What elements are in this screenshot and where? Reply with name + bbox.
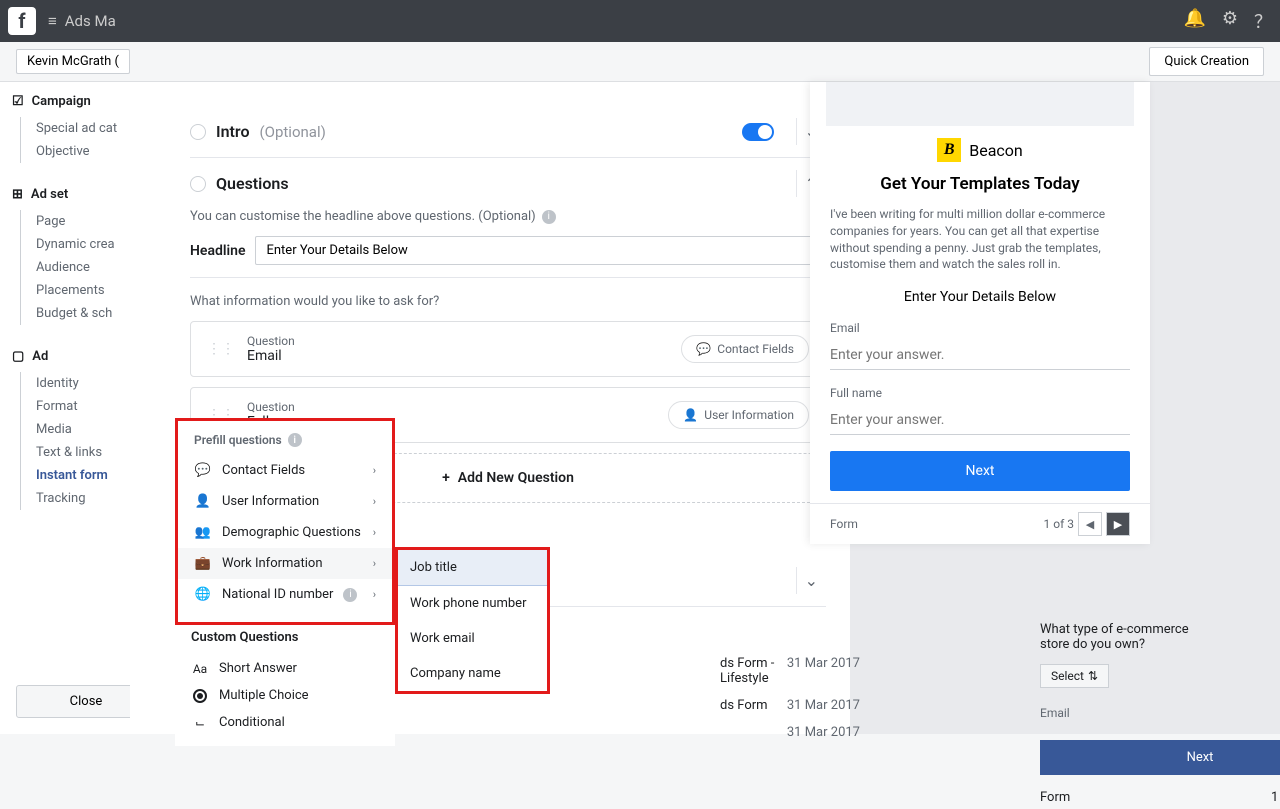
preview-description: I've been writing for multi million doll…	[810, 206, 1150, 289]
preview-heading: Get Your Templates Today	[810, 174, 1150, 206]
submenu-work-email[interactable]: Work email	[398, 621, 547, 656]
email-label: Email	[830, 321, 1130, 335]
info-icon[interactable]: i	[542, 210, 556, 224]
globe-icon: 🌐	[194, 587, 212, 602]
bg-next-button[interactable]: Next	[1040, 740, 1280, 775]
briefcase-icon: 💼	[194, 556, 212, 571]
nav-title: ≡ Ads Ma	[48, 12, 116, 30]
question-card-email[interactable]: ⋮⋮ Question Email 💬 Contact Fields	[190, 321, 826, 377]
prefill-demographic[interactable]: 👥 Demographic Questions ›	[178, 517, 392, 548]
custom-short-answer[interactable]: Aa Short Answer	[191, 655, 379, 682]
form-preview-panel: B Beacon Get Your Templates Today I've b…	[810, 82, 1150, 544]
bell-icon[interactable]: 🔔	[1183, 8, 1205, 34]
questions-description: You can customise the headline above que…	[190, 209, 826, 224]
hamburger-icon[interactable]: ≡	[48, 12, 57, 30]
grid-icon: ⊞	[12, 187, 23, 202]
brand-icon: B	[937, 138, 961, 162]
user-icon: 👤	[683, 408, 698, 422]
people-icon: 👥	[194, 525, 212, 540]
checkbox-icon: ☑	[12, 94, 24, 109]
submenu-job-title[interactable]: Job title	[398, 550, 547, 586]
prefill-national-id[interactable]: 🌐 National ID number i ›	[178, 579, 392, 610]
preview-next-button[interactable]: Next	[830, 451, 1130, 491]
submenu-company-name[interactable]: Company name	[398, 656, 547, 691]
chat-icon: 💬	[696, 342, 711, 356]
chevron-right-icon: ›	[373, 495, 376, 508]
headline-input[interactable]	[255, 236, 826, 265]
prefill-menu-title: Prefill questions i	[178, 433, 392, 455]
plus-icon: +	[442, 470, 450, 486]
preview-hero-image	[826, 82, 1134, 126]
table-row[interactable]: ds Form31 Mar 2017	[720, 692, 860, 719]
drag-handle-icon[interactable]: ⋮⋮	[207, 341, 235, 357]
questions-section-title: Questions	[216, 174, 289, 193]
branch-icon: ⌙	[191, 716, 209, 730]
chevron-down-icon[interactable]: ⌄	[796, 567, 826, 594]
email-input[interactable]	[830, 341, 1130, 370]
chevron-right-icon: ›	[373, 588, 376, 601]
text-icon: Aa	[191, 662, 209, 676]
facebook-logo-icon[interactable]: f	[8, 7, 36, 35]
table-row[interactable]: 31 Mar 2017	[720, 719, 860, 746]
background-form-list: ds Form - Lifestyle31 Mar 2017 ds Form31…	[720, 650, 860, 746]
radio-icon[interactable]	[190, 176, 206, 192]
info-icon[interactable]: i	[343, 588, 357, 602]
help-icon[interactable]: ？	[1254, 8, 1272, 34]
quick-creation-button[interactable]: Quick Creation	[1149, 47, 1264, 76]
intro-toggle[interactable]	[742, 123, 774, 141]
next-page-button[interactable]: ▶	[1106, 512, 1130, 536]
top-navbar: f ≡ Ads Ma 🔔 ⚙ ？	[0, 0, 1280, 42]
custom-questions-section: Custom Questions Aa Short Answer Multipl…	[175, 620, 395, 746]
prev-page-button[interactable]: ◀	[1078, 512, 1102, 536]
prefill-work-info[interactable]: 💼 Work Information ›	[178, 548, 392, 579]
custom-conditional[interactable]: ⌙ Conditional	[191, 709, 379, 736]
optional-label: (Optional)	[260, 123, 326, 141]
headline-label: Headline	[190, 243, 245, 259]
custom-multiple-choice[interactable]: Multiple Choice	[191, 682, 379, 709]
select-dropdown[interactable]: Select⇅	[1040, 664, 1109, 688]
chat-icon: 💬	[194, 463, 212, 478]
page-indicator: 1 of 3	[1044, 517, 1074, 531]
custom-questions-title: Custom Questions	[191, 630, 379, 645]
info-prompt: What information would you like to ask f…	[190, 294, 826, 309]
updown-icon: ⇅	[1088, 669, 1098, 683]
intro-section-title: Intro	[216, 122, 250, 141]
fullname-input[interactable]	[830, 406, 1130, 435]
prefill-questions-menu: Prefill questions i 💬 Contact Fields › 👤…	[175, 418, 395, 625]
fullname-label: Full name	[830, 386, 1130, 400]
info-icon[interactable]: i	[288, 433, 302, 447]
radio-filled-icon	[191, 688, 209, 703]
preview-subheadline: Enter Your Details Below	[810, 289, 1150, 321]
chevron-right-icon: ›	[373, 526, 376, 539]
secondary-bar: Kevin McGrath ( Quick Creation	[0, 42, 1280, 82]
radio-icon[interactable]	[190, 124, 206, 140]
chevron-right-icon: ›	[373, 557, 376, 570]
prefill-user-info[interactable]: 👤 User Information ›	[178, 486, 392, 517]
user-icon: 👤	[194, 494, 212, 509]
account-selector[interactable]: Kevin McGrath (	[16, 49, 130, 74]
gear-icon[interactable]: ⚙	[1222, 8, 1238, 34]
submenu-work-phone[interactable]: Work phone number	[398, 586, 547, 621]
user-info-chip[interactable]: 👤 User Information	[668, 401, 809, 429]
brand-name: Beacon	[969, 141, 1023, 160]
work-info-submenu: Job title Work phone number Work email C…	[395, 547, 550, 694]
form-label: Form	[830, 517, 858, 531]
background-preview: What type of e-commerce store do you own…	[1040, 622, 1220, 809]
contact-fields-chip[interactable]: 💬 Contact Fields	[681, 335, 809, 363]
table-row[interactable]: ds Form - Lifestyle31 Mar 2017	[720, 650, 860, 692]
chevron-right-icon: ›	[373, 464, 376, 477]
square-icon: ▢	[12, 349, 24, 364]
prefill-contact-fields[interactable]: 💬 Contact Fields ›	[178, 455, 392, 486]
